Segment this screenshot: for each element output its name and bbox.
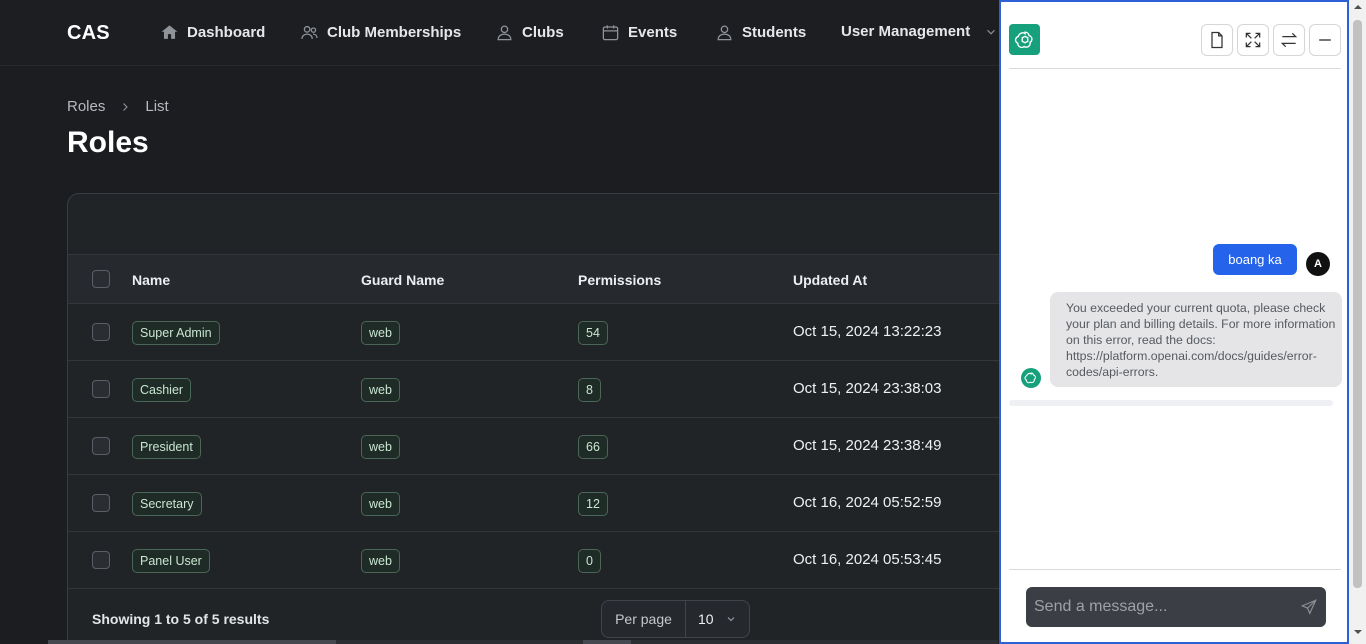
horizontal-scrollbar-segment <box>583 640 631 644</box>
home-icon <box>161 25 178 39</box>
scroll-down-arrow-icon[interactable] <box>1349 628 1366 640</box>
updated-at-cell: Oct 16, 2024 05:53:45 <box>793 551 942 568</box>
chat-input-divider <box>1009 569 1341 570</box>
breadcrumb: Roles List <box>67 98 169 115</box>
nav-item-events[interactable]: Events <box>601 23 677 42</box>
user-icon <box>717 25 732 41</box>
role-name-badge: Secretary <box>132 492 202 516</box>
table-row[interactable]: Super Admin web 54 Oct 15, 2024 13:22:23 <box>68 304 1026 361</box>
chat-header-divider <box>1009 68 1341 69</box>
permissions-count-badge: 54 <box>578 321 608 345</box>
nav-item-label: Students <box>742 24 807 41</box>
nav-item-clubs[interactable]: Clubs <box>495 23 564 42</box>
minimize-button[interactable] <box>1309 24 1341 56</box>
breadcrumb-list: List <box>145 98 169 115</box>
nav-item-label: Clubs <box>522 24 564 41</box>
document-icon <box>1211 31 1223 49</box>
minus-icon <box>1319 39 1331 41</box>
nav-item-club-memberships[interactable]: Club Memberships <box>300 23 461 42</box>
permissions-count-badge: 8 <box>578 378 601 402</box>
column-header-guard-name[interactable]: Guard Name <box>361 272 444 288</box>
nav-item-students[interactable]: Students <box>715 23 806 42</box>
role-name-badge: Super Admin <box>132 321 220 345</box>
column-header-name[interactable]: Name <box>132 272 170 288</box>
column-header-permissions[interactable]: Permissions <box>578 272 661 288</box>
table-row[interactable]: President web 66 Oct 15, 2024 23:38:49 <box>68 418 1026 475</box>
expand-icon <box>1245 32 1261 48</box>
user-avatar: A <box>1306 252 1330 276</box>
per-page-selected: 10 <box>698 611 714 627</box>
nav-item-label: Events <box>628 24 678 41</box>
pagination-summary: Showing 1 to 5 of 5 results <box>92 611 270 627</box>
table-header: Name Guard Name Permissions Updated At <box>68 255 1026 304</box>
top-navigation: CAS Dashboard Club Memberships Clubs Eve… <box>0 0 1000 66</box>
page-title: Roles <box>67 126 149 159</box>
guard-badge: web <box>361 321 400 345</box>
role-name-badge: Panel User <box>132 549 210 573</box>
column-header-updated-at[interactable]: Updated At <box>793 272 867 288</box>
updated-at-cell: Oct 15, 2024 23:38:49 <box>793 437 942 454</box>
breadcrumb-roles[interactable]: Roles <box>67 98 105 115</box>
document-button[interactable] <box>1201 24 1233 56</box>
users-icon <box>301 25 318 39</box>
calendar-icon <box>602 25 619 41</box>
table-footer: Showing 1 to 5 of 5 results Per page 10 <box>68 589 1026 644</box>
user-message: boang ka <box>1213 244 1297 275</box>
per-page-select[interactable]: Per page 10 <box>601 600 750 638</box>
scrollbar-thumb[interactable] <box>1353 20 1362 588</box>
permissions-count-badge: 66 <box>578 435 608 459</box>
swap-arrows-icon <box>1280 32 1298 48</box>
table-row[interactable]: Cashier web 8 Oct 15, 2024 23:38:03 <box>68 361 1026 418</box>
per-page-label: Per page <box>602 601 686 637</box>
updated-at-cell: Oct 15, 2024 23:38:03 <box>793 380 942 397</box>
guard-badge: web <box>361 378 400 402</box>
brand-logo[interactable]: CAS <box>67 22 110 45</box>
table-toolbar <box>68 194 1026 255</box>
row-checkbox[interactable] <box>92 494 110 512</box>
chevron-down-icon <box>727 617 735 622</box>
chat-message-input[interactable] <box>1034 598 1300 616</box>
table-row[interactable]: Panel User web 0 Oct 16, 2024 05:53:45 <box>68 532 1026 589</box>
vertical-scrollbar[interactable] <box>1349 0 1366 644</box>
row-checkbox[interactable] <box>92 323 110 341</box>
nav-item-label: Dashboard <box>187 24 266 41</box>
updated-at-cell: Oct 16, 2024 05:52:59 <box>793 494 942 511</box>
row-checkbox[interactable] <box>92 380 110 398</box>
table-row[interactable]: Secretary web 12 Oct 16, 2024 05:52:59 <box>68 475 1026 532</box>
select-all-checkbox[interactable] <box>92 270 110 288</box>
nav-item-label: User Management <box>841 23 971 40</box>
chevron-right-icon <box>123 102 129 111</box>
user-icon <box>497 25 512 41</box>
roles-table-card: Name Guard Name Permissions Updated At S… <box>67 193 1027 644</box>
guard-badge: web <box>361 549 400 573</box>
role-name-badge: Cashier <box>132 378 192 402</box>
message-loading-bar <box>1009 400 1333 406</box>
bot-message: You exceeded your current quota, please … <box>1050 292 1342 387</box>
guard-badge: web <box>361 435 400 459</box>
permissions-count-badge: 0 <box>578 549 601 573</box>
horizontal-scrollbar[interactable] <box>48 640 998 644</box>
expand-button[interactable] <box>1237 24 1269 56</box>
bot-avatar-icon <box>1021 368 1041 388</box>
permissions-count-badge: 12 <box>578 492 608 516</box>
send-icon[interactable] <box>1300 598 1318 616</box>
role-name-badge: President <box>132 435 201 459</box>
per-page-value[interactable]: 10 <box>686 611 749 627</box>
guard-badge: web <box>361 492 400 516</box>
chat-panel: boang ka A You exceeded your current quo… <box>999 0 1349 644</box>
horizontal-scrollbar-thumb[interactable] <box>48 640 336 644</box>
nav-item-label: Club Memberships <box>327 24 462 41</box>
openai-logo-icon <box>1009 24 1040 55</box>
nav-item-user-management[interactable]: User Management <box>841 23 998 40</box>
chat-input-box <box>1026 587 1326 627</box>
row-checkbox[interactable] <box>92 437 110 455</box>
scroll-up-arrow-icon[interactable] <box>1349 3 1366 15</box>
nav-item-dashboard[interactable]: Dashboard <box>160 23 265 42</box>
updated-at-cell: Oct 15, 2024 13:22:23 <box>793 323 942 340</box>
row-checkbox[interactable] <box>92 551 110 569</box>
chevron-down-icon <box>987 29 996 35</box>
switch-button[interactable] <box>1273 24 1305 56</box>
